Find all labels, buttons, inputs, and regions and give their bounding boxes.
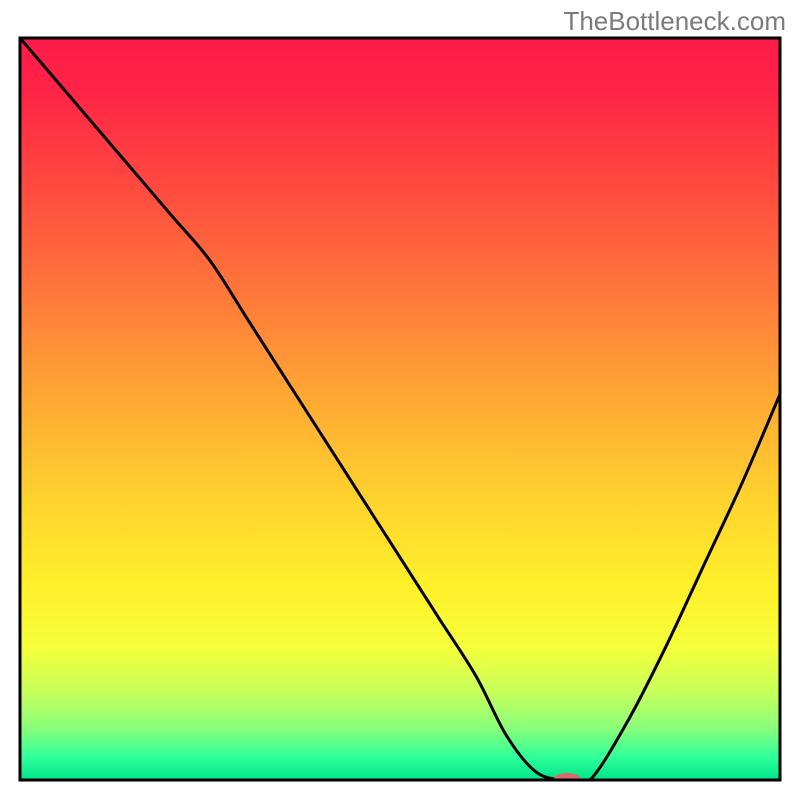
chart-canvas <box>0 0 800 800</box>
bottleneck-chart: TheBottleneck.com <box>0 0 800 800</box>
plot-background <box>20 38 780 780</box>
watermark-text: TheBottleneck.com <box>563 6 786 37</box>
